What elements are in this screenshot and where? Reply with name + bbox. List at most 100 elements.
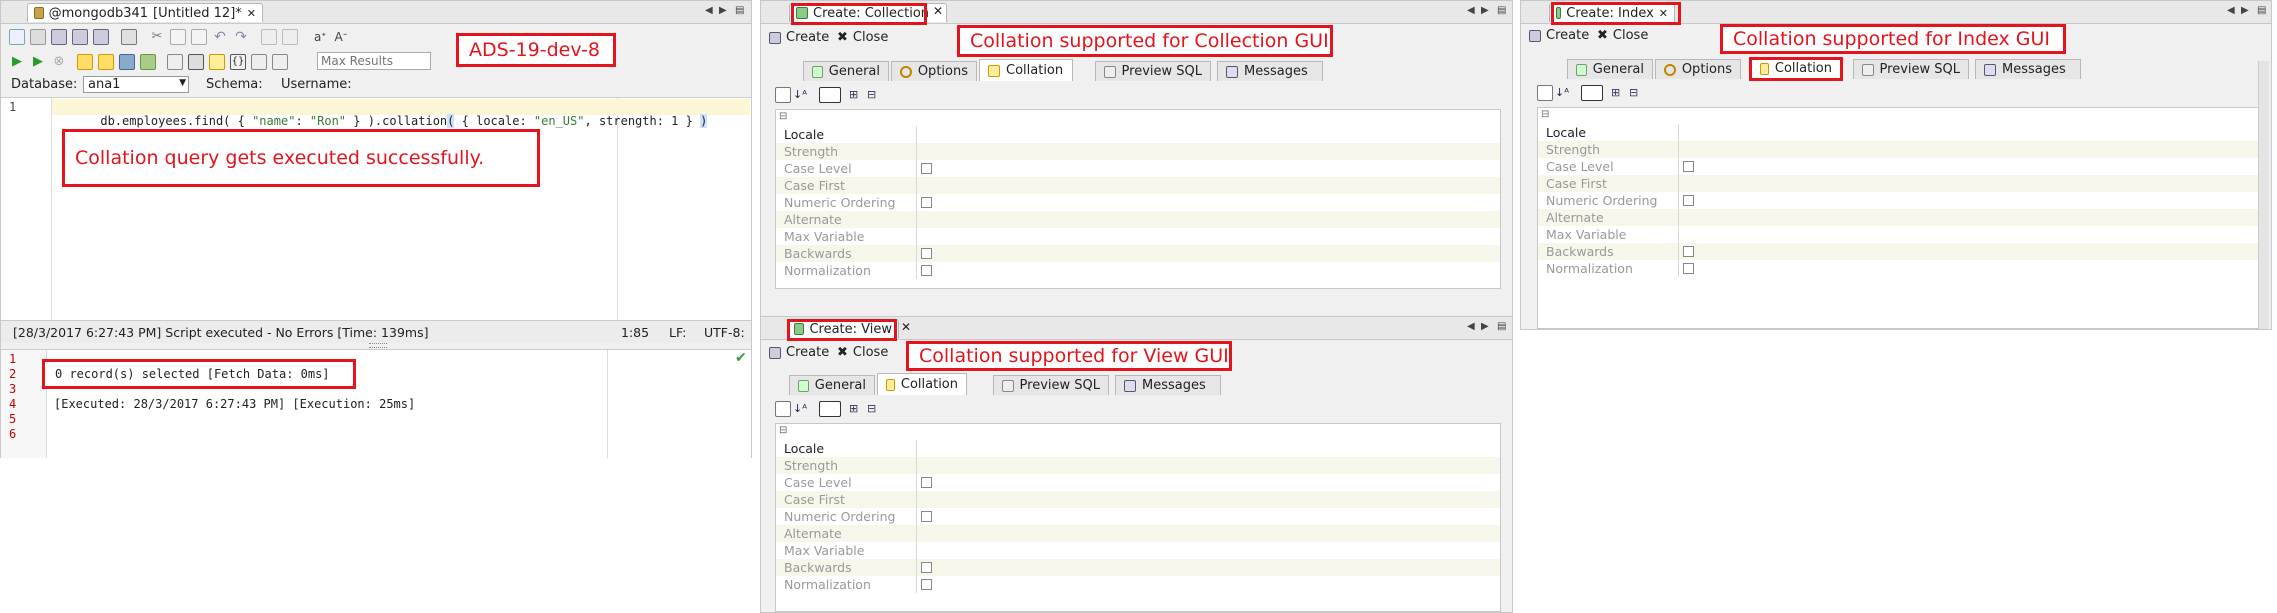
description-icon[interactable] <box>1581 85 1603 101</box>
tab-left-icon[interactable]: ◀ <box>1467 5 1475 16</box>
tab-list-icon[interactable]: ▤ <box>1497 321 1506 332</box>
font-smaller-icon[interactable]: Aᐨ <box>333 29 349 45</box>
image-icon[interactable] <box>251 54 267 70</box>
sort-az-icon[interactable]: ↓ᴬ <box>793 87 809 103</box>
checkbox[interactable] <box>1683 263 1694 274</box>
property-row-strength[interactable]: Strength <box>776 457 1500 474</box>
tab-general[interactable]: General <box>789 375 875 395</box>
property-row-alternate[interactable]: Alternate <box>776 525 1500 542</box>
font-larger-icon[interactable]: aᐩ <box>312 29 328 45</box>
property-row-max-variable[interactable]: Max Variable <box>776 542 1500 559</box>
tab-options[interactable]: Options <box>1655 59 1741 79</box>
description-icon[interactable] <box>819 87 841 103</box>
save-all-icon[interactable] <box>93 29 109 45</box>
tab-preview-sql[interactable]: Preview SQL <box>993 375 1109 395</box>
tab-collation[interactable]: Collation <box>877 373 967 395</box>
property-row-locale[interactable]: Locale <box>776 126 1500 143</box>
tab-right-icon[interactable]: ▶ <box>719 5 727 16</box>
collapse-all-icon[interactable]: ⊟ <box>1629 85 1645 101</box>
property-row-alternate[interactable]: Alternate <box>776 211 1500 228</box>
property-row-locale[interactable]: Locale <box>1538 124 2260 141</box>
text-toggle-icon[interactable] <box>209 54 225 70</box>
property-row-case-first[interactable]: Case First <box>776 177 1500 194</box>
tab-preview-sql[interactable]: Preview SQL <box>1095 61 1211 81</box>
panel-toggle-icon[interactable] <box>167 54 183 70</box>
braces-icon[interactable]: {} <box>230 54 246 70</box>
close-icon[interactable]: ✕ <box>247 7 256 20</box>
property-row-case-first[interactable]: Case First <box>776 491 1500 508</box>
close-icon[interactable]: ✕ <box>901 320 911 334</box>
close-button[interactable]: ✖ Close <box>837 345 888 360</box>
redo-icon[interactable]: ↷ <box>233 29 249 45</box>
property-row-alternate[interactable]: Alternate <box>1538 209 2260 226</box>
description-icon[interactable] <box>819 401 841 417</box>
property-row-backwards[interactable]: Backwards <box>776 245 1500 262</box>
find-replace-icon[interactable] <box>282 29 298 45</box>
query-builder-icon[interactable] <box>119 54 135 70</box>
cut-icon[interactable]: ✂ <box>149 29 165 45</box>
tab-collation[interactable]: Collation <box>979 59 1073 81</box>
collapse-group-icon[interactable]: ⊟ <box>779 425 787 436</box>
editor-tab[interactable]: @mongodb341 [Untitled 12]* ✕ <box>27 3 263 22</box>
tab-options[interactable]: Options <box>891 61 977 81</box>
categorized-icon[interactable] <box>775 87 791 103</box>
expand-all-icon[interactable]: ⊞ <box>849 87 865 103</box>
find-icon[interactable] <box>261 29 277 45</box>
property-row-case-level[interactable]: Case Level <box>776 474 1500 491</box>
execute-current-icon[interactable]: ▶ <box>30 54 46 70</box>
tab-messages[interactable]: Messages <box>1217 61 1323 81</box>
property-row-strength[interactable]: Strength <box>1538 141 2260 158</box>
create-button[interactable]: Create <box>769 30 829 45</box>
explain-icon[interactable] <box>77 54 93 70</box>
save-icon[interactable] <box>51 29 67 45</box>
checkbox[interactable] <box>921 248 932 259</box>
checkbox[interactable] <box>921 477 932 488</box>
database-select[interactable]: ana1 ▼ <box>83 76 189 93</box>
tab-right-icon[interactable]: ▶ <box>1481 321 1489 332</box>
checkbox[interactable] <box>921 163 932 174</box>
property-row-case-first[interactable]: Case First <box>1538 175 2260 192</box>
checkbox[interactable] <box>921 579 932 590</box>
splitter-handle[interactable] <box>369 343 387 348</box>
property-row-normalization[interactable]: Normalization <box>776 262 1500 279</box>
property-row-strength[interactable]: Strength <box>776 143 1500 160</box>
search-results-icon[interactable] <box>272 54 288 70</box>
tab-list-icon[interactable]: ▤ <box>735 5 744 16</box>
print-icon[interactable] <box>121 29 137 45</box>
tab-list-icon[interactable]: ▤ <box>2257 5 2266 16</box>
sort-az-icon[interactable]: ↓ᴬ <box>793 401 809 417</box>
property-row-normalization[interactable]: Normalization <box>776 576 1500 593</box>
create-button[interactable]: Create <box>769 345 829 360</box>
format-icon[interactable] <box>98 54 114 70</box>
property-row-max-variable[interactable]: Max Variable <box>1538 226 2260 243</box>
paste-icon[interactable] <box>191 29 207 45</box>
checkbox[interactable] <box>921 511 932 522</box>
property-row-max-variable[interactable]: Max Variable <box>776 228 1500 245</box>
property-row-backwards[interactable]: Backwards <box>1538 243 2260 260</box>
tab-messages[interactable]: Messages <box>1115 375 1221 395</box>
collapse-all-icon[interactable]: ⊟ <box>867 87 883 103</box>
checkbox[interactable] <box>1683 246 1694 257</box>
checkbox[interactable] <box>921 197 932 208</box>
undo-icon[interactable]: ↶ <box>212 29 228 45</box>
create-button[interactable]: Create <box>1529 28 1589 43</box>
property-row-numeric-ordering[interactable]: Numeric Ordering <box>776 194 1500 211</box>
property-row-case-level[interactable]: Case Level <box>776 160 1500 177</box>
tab-list-icon[interactable]: ▤ <box>1497 5 1506 16</box>
checkbox[interactable] <box>921 265 932 276</box>
property-row-case-level[interactable]: Case Level <box>1538 158 2260 175</box>
tab-messages[interactable]: Messages <box>1975 59 2081 79</box>
checkbox[interactable] <box>921 562 932 573</box>
results-icon[interactable] <box>140 54 156 70</box>
vertical-scrollbar[interactable] <box>2258 61 2269 329</box>
tab-preview-sql[interactable]: Preview SQL <box>1853 59 1969 79</box>
copy-icon[interactable] <box>170 29 186 45</box>
tab-general[interactable]: General <box>803 61 889 81</box>
property-row-numeric-ordering[interactable]: Numeric Ordering <box>776 508 1500 525</box>
open-icon[interactable] <box>30 29 46 45</box>
categorized-icon[interactable] <box>775 401 791 417</box>
max-results-input[interactable] <box>317 52 431 70</box>
close-button[interactable]: ✖ Close <box>837 30 888 45</box>
categorized-icon[interactable] <box>1537 85 1553 101</box>
checkbox[interactable] <box>1683 195 1694 206</box>
